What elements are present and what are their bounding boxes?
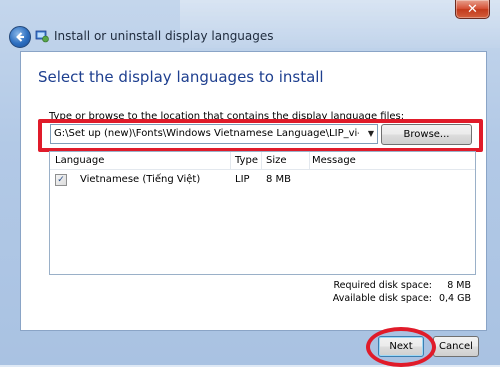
- page-heading: Select the display languages to install: [38, 68, 324, 86]
- highlight-ellipse-annotation: [366, 327, 436, 367]
- available-disk-label: Available disk space:: [332, 293, 432, 304]
- column-header-language[interactable]: Language: [50, 152, 231, 169]
- language-name: Vietnamese (Tiếng Việt): [80, 174, 201, 185]
- back-button[interactable]: [9, 26, 31, 48]
- close-button[interactable]: ✕: [455, 0, 490, 19]
- required-disk-value: 8 MB: [447, 280, 471, 291]
- column-header-message[interactable]: Message: [310, 152, 462, 169]
- language-type: LIP: [235, 174, 250, 185]
- language-size: 8 MB: [266, 174, 292, 185]
- required-disk-label: Required disk space:: [333, 280, 432, 291]
- table-row[interactable]: ✓ Vietnamese (Tiếng Việt) LIP 8 MB: [50, 172, 475, 188]
- window-frame: ✕ Install or uninstall display languages…: [0, 0, 500, 367]
- wizard-content-panel: Select the display languages to install …: [20, 51, 487, 331]
- back-arrow-icon: [16, 32, 24, 42]
- cancel-button[interactable]: Cancel: [433, 336, 479, 357]
- column-header-type[interactable]: Type: [231, 152, 262, 169]
- close-icon: ✕: [467, 1, 478, 17]
- language-checkbox[interactable]: ✓: [55, 174, 67, 186]
- column-header-size[interactable]: Size: [262, 152, 310, 169]
- highlight-rectangle-annotation: [38, 119, 483, 152]
- available-disk-value: 0,4 GB: [438, 293, 471, 304]
- language-wizard-icon: [35, 30, 49, 43]
- language-list[interactable]: Language Type Size Message ✓ Vietnamese …: [49, 151, 476, 275]
- window-title: Install or uninstall display languages: [54, 29, 274, 43]
- list-header: Language Type Size Message: [50, 152, 475, 170]
